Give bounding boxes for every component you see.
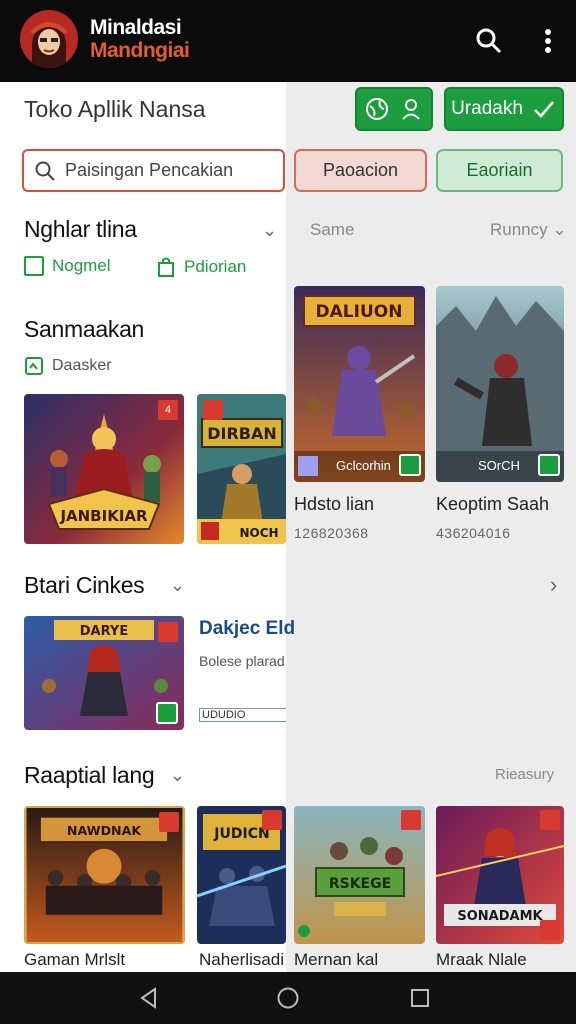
game-card-art-text: DALIUON [316, 302, 403, 322]
install-badge-icon [399, 454, 421, 476]
brand-title: Minaldasi [90, 16, 182, 39]
check-icon [534, 101, 554, 118]
badge-icon [262, 810, 282, 830]
recents-icon[interactable] [408, 986, 432, 1010]
game-title[interactable]: Naherlisadi [199, 950, 284, 970]
subtitle-label: Daasker [52, 357, 112, 374]
search-icon [35, 161, 55, 181]
feature-subtitle: Bolese plarad [199, 653, 285, 669]
feature-link[interactable]: UDUDIO [199, 708, 286, 722]
section-title-2: Sanmaakan [24, 316, 145, 342]
section-title-4: Raaptial lang [24, 762, 155, 788]
checkbox-icon [24, 256, 44, 276]
filter-checkbox-1[interactable]: Nogmel [24, 256, 111, 276]
search-icon[interactable] [474, 26, 504, 56]
download-button[interactable]: Uradakh [444, 87, 564, 131]
game-card[interactable]: NAWDNAK [24, 806, 185, 944]
back-icon[interactable] [137, 986, 161, 1010]
game-card-art-text: NAWDNAK [67, 823, 142, 838]
game-meta: 126820368 [294, 525, 369, 541]
install-badge-icon [156, 702, 178, 724]
sort-label: Runncy [490, 220, 548, 239]
game-title[interactable]: Hdsto lian [294, 494, 374, 515]
game-card-art-text: RSKEGE [329, 876, 391, 892]
app-header: Minaldasi Mandngiai [0, 0, 576, 82]
brand-subtitle: Mandngiai [90, 39, 190, 62]
chevron-down-icon[interactable]: ⌄ [262, 220, 277, 241]
game-card[interactable]: DALIUON Gclcorhin [294, 286, 425, 482]
game-meta: 436204016 [436, 525, 511, 541]
chevron-down-icon: ⌄ [552, 220, 567, 239]
game-card-art-text: DIRBAN [207, 424, 277, 443]
download-button-label: Uradakh [451, 98, 523, 119]
section-title-3: Btari Cinkes [24, 572, 145, 598]
badge-icon [158, 622, 178, 642]
bag-icon [158, 257, 174, 277]
filter-checkbox-2[interactable]: Pdiorian [156, 256, 246, 278]
badge-icon [203, 400, 223, 420]
badge-icon [159, 812, 179, 832]
filter-label-2: Pdiorian [184, 257, 247, 276]
feature-title[interactable]: Dakjec Eld [199, 618, 295, 640]
system-nav-bar [0, 972, 576, 1024]
filter-pill-green[interactable]: Eaoriain [436, 149, 563, 192]
avatar-icon [20, 10, 78, 68]
game-card[interactable]: SONADAMK [436, 806, 564, 944]
game-card[interactable]: DARYE [24, 616, 184, 730]
game-art-image [436, 286, 564, 482]
profile-button[interactable] [355, 87, 433, 131]
game-title[interactable]: Gaman Mrlslt [24, 950, 125, 970]
game-card[interactable]: JANBIKIAR 4 [24, 394, 184, 544]
column-label: Same [310, 220, 355, 239]
game-card[interactable]: DIRBAN NOCH [197, 394, 286, 544]
chevron-right-icon[interactable]: › [550, 572, 557, 598]
filter-label-1: Nogmel [52, 256, 111, 275]
globe-icon [366, 98, 388, 120]
home-icon[interactable] [276, 986, 300, 1010]
main-content: Toko Apllik Nansa Uradakh Paoacion Eaori… [0, 82, 576, 972]
search-input[interactable] [65, 160, 275, 181]
filter-pill-red[interactable]: Paoacion [294, 149, 427, 192]
game-title[interactable]: Keoptim Saah [436, 494, 549, 515]
page-title: Toko Apllik Nansa [24, 96, 206, 122]
sort-dropdown[interactable]: Runncy ⌄ [490, 220, 567, 240]
more-options-icon[interactable] [533, 26, 563, 56]
game-card[interactable]: SOrCH [436, 286, 564, 482]
game-title[interactable]: Mraak Nlale [436, 950, 527, 970]
game-card-art-text: DARYE [80, 624, 128, 639]
section-title-1: Nghlar tlina [24, 216, 137, 242]
game-card[interactable]: JUDICN [197, 806, 286, 944]
game-art-image: DALIUON [294, 286, 425, 482]
install-badge-icon [538, 454, 560, 476]
chevron-down-icon[interactable]: ⌄ [170, 575, 185, 596]
badge-icon [540, 920, 560, 940]
game-card[interactable]: RSKEGE [294, 806, 425, 944]
search-bar[interactable] [22, 149, 285, 192]
badge-icon [540, 810, 560, 830]
chevron-down-icon[interactable]: ⌄ [170, 765, 185, 786]
section-subtitle-2: Daasker [24, 356, 112, 376]
game-card-art-text: NOCH [239, 526, 278, 540]
game-card-art-text: JANBIKIAR [59, 507, 148, 525]
badge-icon [401, 810, 421, 830]
game-card-caption: Gclcorhin [336, 458, 391, 473]
game-title[interactable]: Mernan kal [294, 950, 378, 970]
section-action-label[interactable]: Rieasury [495, 766, 554, 783]
user-icon [402, 99, 420, 120]
badge-icon: 4 [158, 400, 178, 420]
app-logo[interactable] [20, 10, 78, 68]
game-card-caption: SOrCH [478, 458, 520, 473]
app-icon [25, 357, 43, 375]
game-card-art-text: SONADAMK [457, 909, 543, 924]
